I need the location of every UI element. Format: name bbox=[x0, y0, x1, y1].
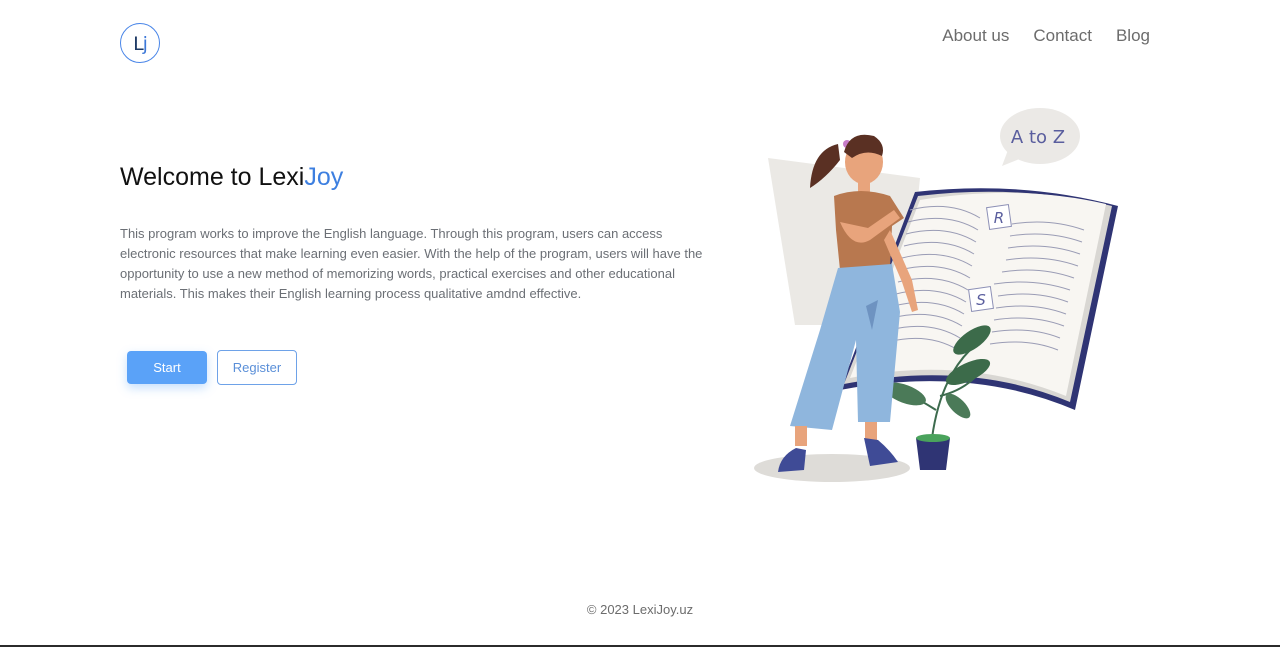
nav-about-us[interactable]: About us bbox=[942, 25, 1009, 47]
nav-contact[interactable]: Contact bbox=[1033, 25, 1092, 47]
nav-blog[interactable]: Blog bbox=[1116, 25, 1150, 47]
svg-text:R: R bbox=[994, 209, 1004, 227]
letter-card-r: R bbox=[986, 204, 1012, 230]
hero-illustration: A to Z R S bbox=[754, 108, 1118, 482]
page-title: Welcome to LexiJoy bbox=[120, 160, 343, 194]
speech-bubble-text: A to Z bbox=[1011, 127, 1065, 148]
footer: © 2023 LexiJoy.uz bbox=[0, 602, 1280, 617]
header: Lj About us Contact Blog bbox=[0, 0, 1280, 90]
speech-bubble: A to Z bbox=[1000, 108, 1080, 166]
register-button[interactable]: Register bbox=[217, 350, 297, 385]
title-prefix: Welcome to Lexi bbox=[120, 163, 305, 191]
letter-card-s: S bbox=[968, 286, 994, 312]
footer-copyright: © 2023 LexiJoy.uz bbox=[586, 602, 694, 617]
logo-text: Lj bbox=[133, 33, 148, 55]
title-accent: Joy bbox=[304, 163, 344, 191]
main-nav: About us Contact Blog bbox=[942, 25, 1150, 47]
hero-description: This program works to improve the Englis… bbox=[120, 226, 703, 301]
logo[interactable]: Lj bbox=[120, 23, 160, 63]
svg-text:S: S bbox=[976, 291, 986, 309]
start-button[interactable]: Start bbox=[127, 351, 207, 384]
